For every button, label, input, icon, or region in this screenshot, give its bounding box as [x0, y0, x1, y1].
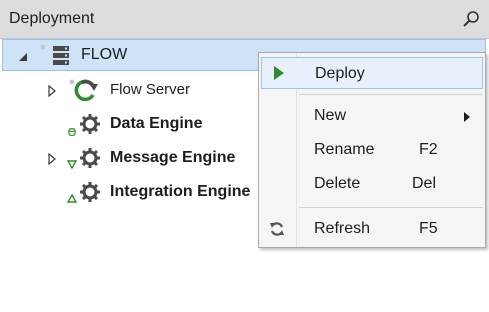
menu-item-shortcut: F2 — [419, 141, 438, 158]
menu-item-shortcut: Del — [412, 175, 437, 192]
submenu-arrow-icon — [463, 110, 471, 128]
search-icon[interactable] — [460, 9, 482, 31]
menu-separator — [299, 94, 483, 95]
tree-item-label: Data Engine — [110, 115, 203, 132]
menu-item-label: Refresh — [314, 220, 371, 237]
integration-engine-gear-icon — [66, 181, 106, 210]
menu-item-new[interactable]: New — [261, 100, 483, 132]
menu-item-refresh[interactable]: Refresh F5 — [261, 213, 483, 245]
menu-item-label: Rename — [314, 141, 375, 158]
menu-item-label: Deploy — [315, 65, 365, 82]
expand-arrow-icon[interactable] — [46, 152, 58, 166]
message-engine-gear-icon — [66, 147, 106, 176]
menu-item-label: New — [314, 107, 347, 124]
server-stack-icon — [39, 43, 75, 72]
tree-item-label: Message Engine — [110, 149, 236, 166]
tree-item-label: Integration Engine — [110, 183, 251, 200]
menu-item-shortcut: F5 — [419, 220, 438, 237]
refresh-icon — [269, 221, 285, 242]
play-icon — [272, 65, 286, 86]
panel-header: Deployment — [0, 0, 489, 39]
collapse-arrow-icon[interactable] — [17, 50, 29, 62]
data-engine-gear-icon — [66, 113, 106, 142]
menu-item-rename[interactable]: Rename F2 — [261, 134, 483, 166]
tree-item-label: Flow Server — [110, 81, 191, 98]
menu-separator — [299, 207, 483, 208]
panel-title: Deployment — [9, 10, 95, 27]
menu-item-label: Delete — [314, 175, 361, 192]
server-sync-icon — [66, 78, 102, 107]
menu-item-delete[interactable]: Delete Del — [261, 168, 483, 200]
menu-item-deploy[interactable]: Deploy — [261, 57, 483, 89]
expand-arrow-icon[interactable] — [46, 84, 58, 98]
context-menu: Deploy New Rename F2 Delete Del Refresh … — [258, 52, 486, 248]
tree-item-label: FLOW — [81, 46, 128, 63]
